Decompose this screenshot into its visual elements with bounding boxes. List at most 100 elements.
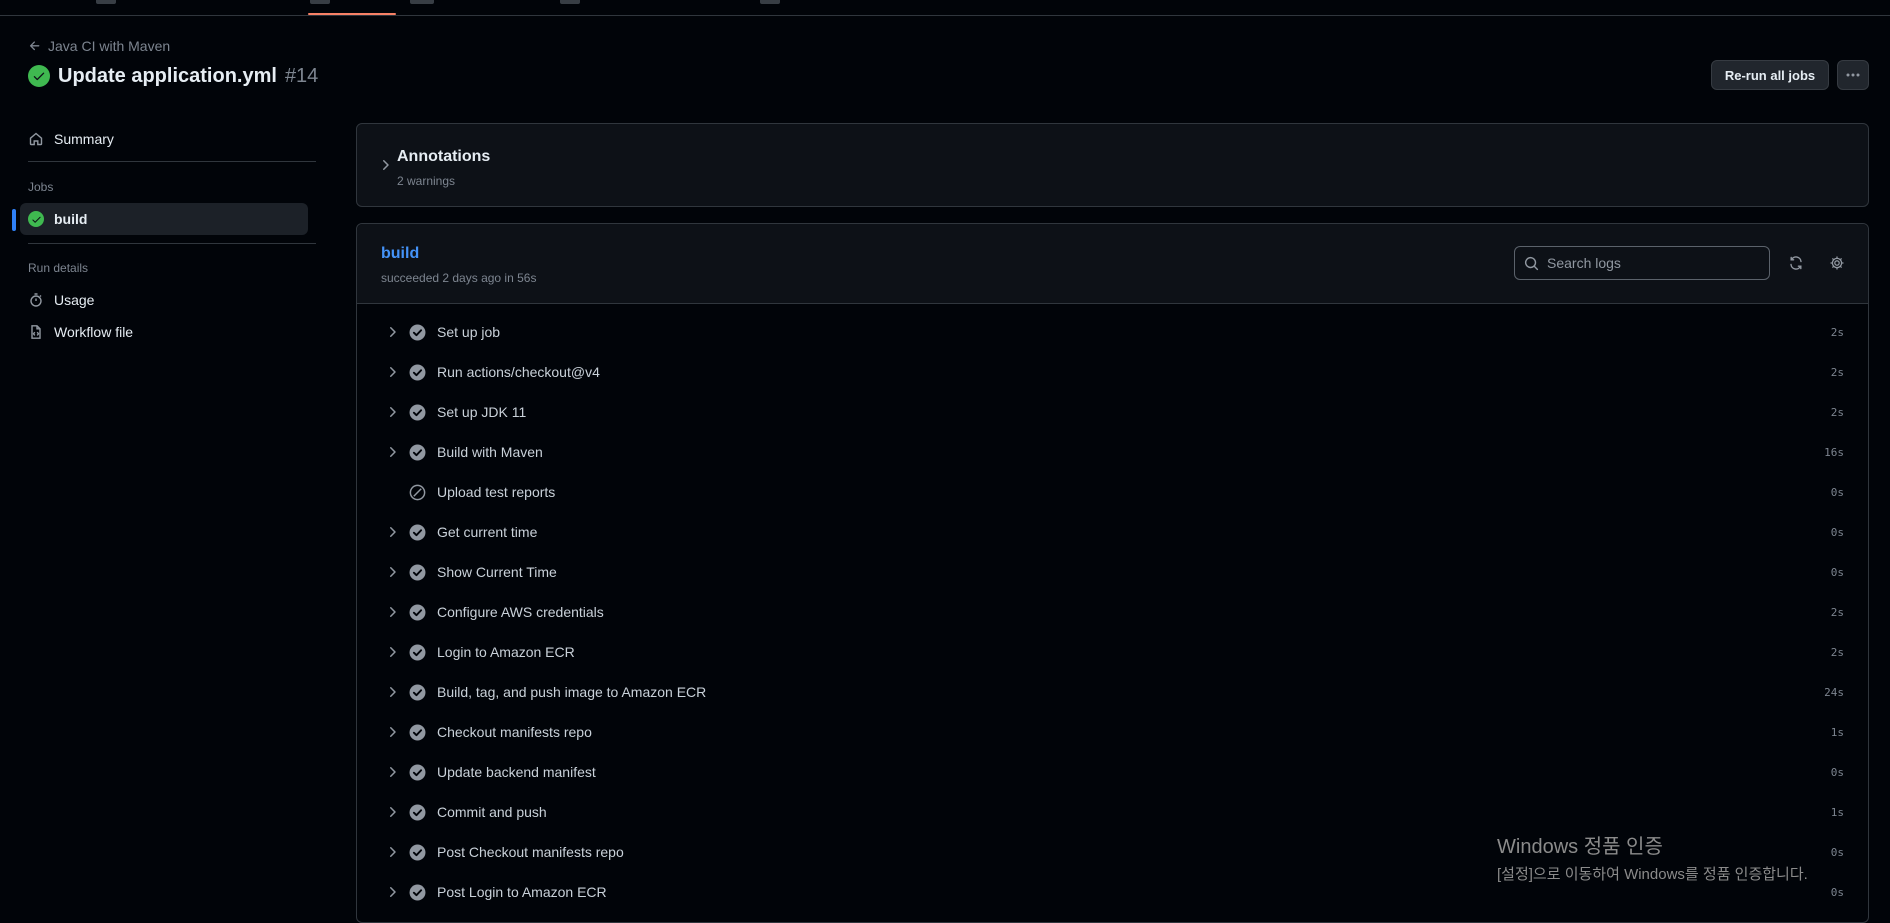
sidebar-item-label: Workflow file	[54, 324, 134, 340]
sidebar-item-workflow-file[interactable]: Workflow file	[20, 316, 308, 348]
step-name: Login to Amazon ECR	[437, 644, 575, 660]
run-title-text: Update application.yml	[58, 64, 277, 87]
job-name-link[interactable]: build	[381, 245, 419, 263]
windows-activation-watermark: Windows 정품 인증 [설정]으로 이동하여 Windows를 정품 인증…	[1497, 830, 1808, 884]
step-success-check-icon	[409, 804, 426, 821]
step-row[interactable]: Set up job 2s	[357, 314, 1868, 350]
step-row[interactable]: Get current time 0s	[357, 514, 1868, 550]
step-duration: 2s	[1830, 366, 1844, 379]
step-row[interactable]: Configure AWS credentials 2s	[357, 594, 1868, 630]
run-number: #14	[284, 64, 319, 87]
sidebar-item-usage[interactable]: Usage	[20, 284, 308, 316]
chevron-right-icon	[390, 607, 396, 617]
chevron-right-icon	[390, 567, 396, 577]
tab-fragment[interactable]	[410, 0, 434, 4]
sidebar-item-label: Summary	[54, 131, 114, 147]
log-settings-button[interactable]	[1825, 251, 1849, 275]
step-row[interactable]: Build, tag, and push image to Amazon ECR…	[357, 674, 1868, 710]
arrow-left-icon	[29, 41, 40, 51]
step-name: Build, tag, and push image to Amazon ECR	[437, 684, 707, 700]
step-row[interactable]: Commit and push 1s	[357, 794, 1868, 830]
step-name: Configure AWS credentials	[437, 604, 604, 620]
annotations-count: 2 warnings	[397, 174, 456, 188]
step-success-check-icon	[409, 324, 426, 341]
step-duration: 16s	[1824, 446, 1844, 459]
chevron-right-icon	[383, 160, 389, 170]
chevron-right-icon	[390, 407, 396, 417]
sidebar-divider	[28, 161, 316, 162]
step-row[interactable]: Run actions/checkout@v4 2s	[357, 354, 1868, 390]
jobs-heading: Jobs	[28, 180, 54, 194]
back-to-workflow-link[interactable]: Java CI with Maven	[28, 36, 170, 56]
step-success-check-icon	[409, 724, 426, 741]
step-name: Set up JDK 11	[437, 404, 527, 420]
skipped-icon	[409, 484, 426, 501]
job-log-panel: build succeeded 2 days ago in 56s Set up…	[356, 223, 1869, 923]
tab-fragment[interactable]	[560, 0, 580, 4]
step-success-check-icon	[409, 604, 426, 621]
gear-icon	[1830, 256, 1844, 270]
step-success-check-icon	[409, 524, 426, 541]
step-row[interactable]: Login to Amazon ECR 2s	[357, 634, 1868, 670]
step-row[interactable]: Update backend manifest 0s	[357, 754, 1868, 790]
step-duration: 1s	[1830, 726, 1844, 739]
step-duration: 2s	[1830, 646, 1844, 659]
step-duration: 0s	[1830, 846, 1844, 859]
step-success-check-icon	[409, 644, 426, 661]
chevron-right-icon	[390, 807, 396, 817]
home-icon	[29, 132, 43, 146]
step-duration: 2s	[1830, 326, 1844, 339]
watermark-title: Windows 정품 인증	[1497, 836, 1663, 858]
step-duration: 2s	[1830, 606, 1844, 619]
step-name: Post Login to Amazon ECR	[437, 884, 607, 900]
chevron-right-icon	[390, 447, 396, 457]
search-logs-field[interactable]	[1514, 246, 1770, 280]
step-duration: 0s	[1830, 486, 1844, 499]
success-check-icon	[28, 65, 50, 87]
tab-fragment[interactable]	[310, 0, 330, 4]
step-row[interactable]: Show Current Time 0s	[357, 554, 1868, 590]
sidebar-job-build[interactable]: build	[12, 203, 308, 235]
step-duration: 1s	[1830, 806, 1844, 819]
rerun-all-jobs-button[interactable]: Re-run all jobs	[1711, 60, 1829, 90]
chevron-right-icon	[390, 847, 396, 857]
sidebar-item-summary[interactable]: Summary	[20, 123, 308, 155]
chevron-right-icon	[390, 527, 396, 537]
step-duration: 0s	[1830, 886, 1844, 899]
step-success-check-icon	[409, 364, 426, 381]
watermark-subtitle: [설정]으로 이동하여 Windows를 정품 인증합니다.	[1497, 866, 1808, 883]
active-indicator	[12, 209, 16, 231]
step-duration: 24s	[1824, 686, 1844, 699]
tab-fragment[interactable]	[760, 0, 780, 4]
search-icon	[1524, 256, 1539, 271]
step-success-check-icon	[409, 564, 426, 581]
sync-icon	[1790, 256, 1802, 270]
step-row[interactable]: Upload test reports 0s	[357, 474, 1868, 510]
chevron-right-icon	[390, 367, 396, 377]
sidebar-job-label: build	[54, 211, 88, 227]
step-success-check-icon	[409, 404, 426, 421]
step-duration: 0s	[1830, 566, 1844, 579]
step-row[interactable]: Set up JDK 11 2s	[357, 394, 1868, 430]
job-header: build succeeded 2 days ago in 56s	[357, 224, 1868, 304]
step-name: Checkout manifests repo	[437, 724, 592, 740]
step-row[interactable]: Build with Maven 16s	[357, 434, 1868, 470]
chevron-right-icon	[390, 887, 396, 897]
more-options-button[interactable]	[1837, 60, 1869, 90]
step-duration: 0s	[1830, 766, 1844, 779]
annotations-panel[interactable]: Annotations 2 warnings	[356, 123, 1869, 207]
refresh-button[interactable]	[1784, 251, 1808, 275]
tab-fragment[interactable]	[96, 0, 116, 4]
kebab-horizontal-icon	[1846, 73, 1860, 77]
run-title: Update application.yml #14	[28, 62, 318, 90]
step-duration: 2s	[1830, 406, 1844, 419]
step-name: Show Current Time	[437, 564, 557, 580]
chevron-right-icon	[390, 767, 396, 777]
search-logs-input[interactable]	[1545, 254, 1755, 272]
chevron-right-icon	[390, 687, 396, 697]
step-success-check-icon	[409, 684, 426, 701]
step-name: Run actions/checkout@v4	[437, 364, 600, 380]
step-row[interactable]: Checkout manifests repo 1s	[357, 714, 1868, 750]
stopwatch-icon	[30, 293, 42, 307]
chevron-right-icon	[390, 727, 396, 737]
